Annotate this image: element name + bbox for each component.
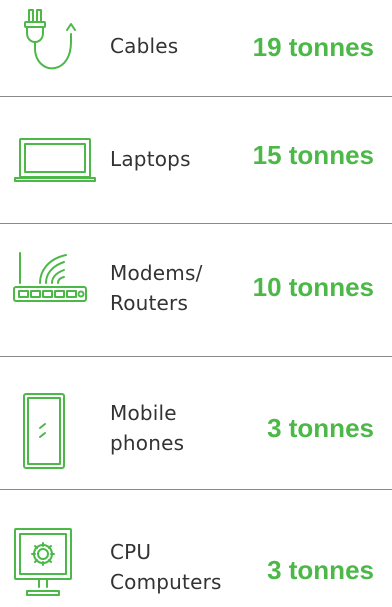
list-item-cpu-computers: CPU Computers 3 tonnes — [0, 490, 392, 607]
item-amount: 10 tonnes — [252, 272, 374, 302]
item-amount: 19 tonnes — [252, 32, 374, 62]
item-label-line: Routers — [110, 291, 189, 315]
item-label-line: phones — [110, 431, 185, 455]
power-plug-icon — [22, 8, 84, 74]
computer-monitor-icon — [13, 527, 73, 607]
item-label: Laptops — [110, 144, 191, 174]
item-label: Mobile phones — [110, 398, 184, 458]
item-amount: 3 tonnes — [267, 413, 374, 443]
item-amount: 15 tonnes — [252, 140, 374, 170]
item-label-line: CPU — [110, 540, 152, 564]
item-label-line: Computers — [110, 570, 222, 594]
list-item-laptops: Laptops 15 tonnes — [0, 97, 392, 223]
mobile-phone-icon — [22, 392, 66, 470]
item-amount: 3 tonnes — [267, 555, 374, 585]
list-item-cables: Cables 19 tonnes — [0, 0, 392, 96]
item-label: CPU Computers — [110, 537, 222, 597]
item-label-line: Mobile — [110, 401, 177, 425]
item-label: Modems/ Routers — [110, 258, 203, 318]
router-icon — [12, 249, 92, 319]
item-label: Cables — [110, 31, 178, 61]
list-item-modems-routers: Modems/ Routers 10 tonnes — [0, 224, 392, 356]
item-label-line: Laptops — [110, 147, 191, 171]
item-label-line: Modems/ — [110, 261, 203, 285]
list-item-mobile-phones: Mobile phones 3 tonnes — [0, 357, 392, 489]
item-label-line: Cables — [110, 34, 179, 58]
laptop-icon — [14, 137, 96, 183]
